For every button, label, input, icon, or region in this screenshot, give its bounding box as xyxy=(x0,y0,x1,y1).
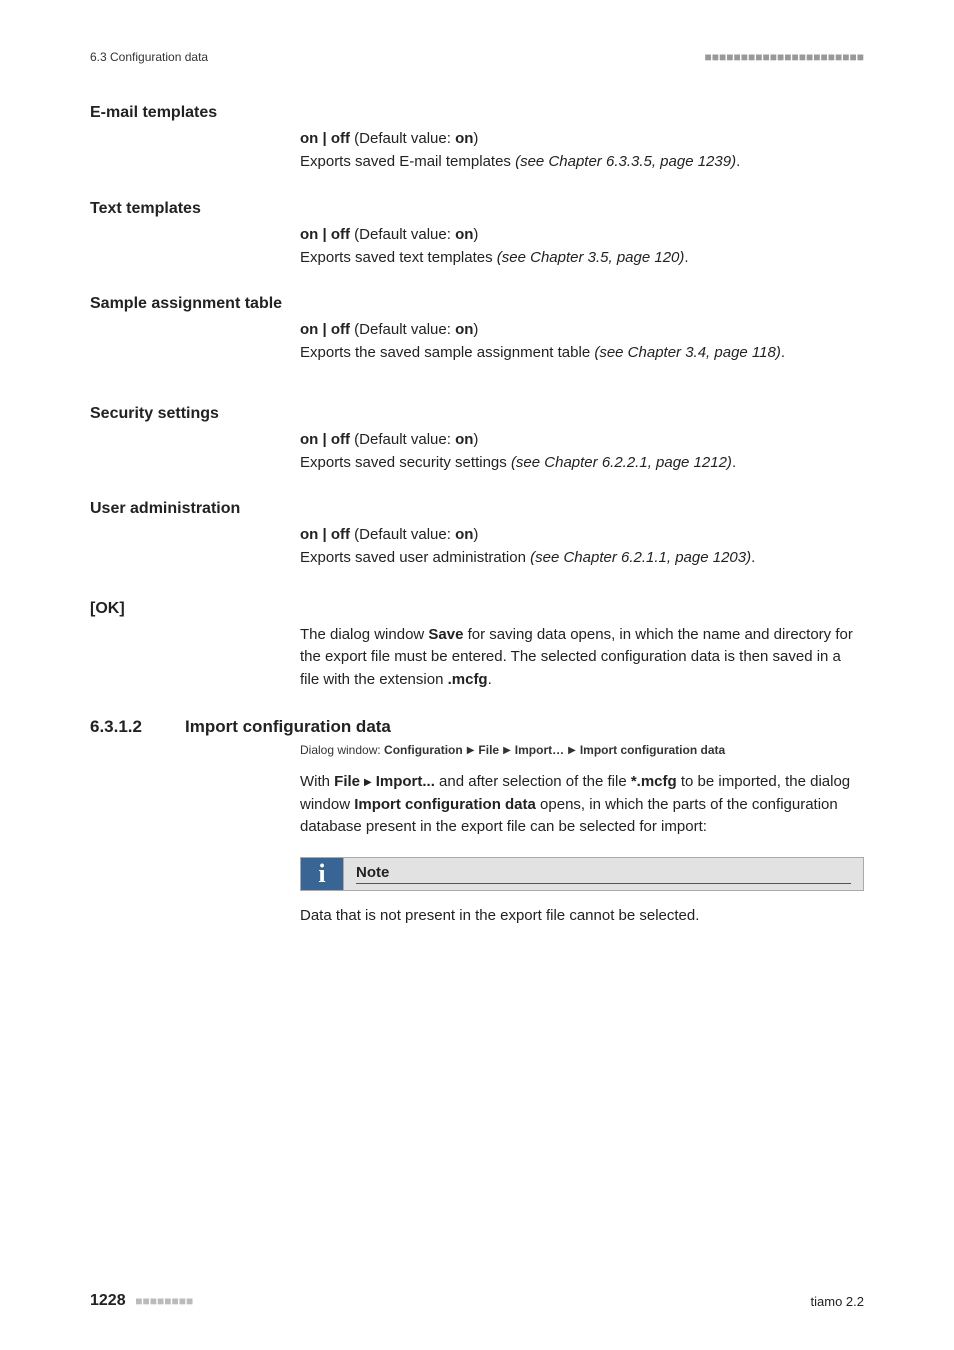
security-default-label: (Default value: xyxy=(350,431,455,448)
label-text-templates: Text templates xyxy=(90,200,864,218)
email-default-value: on xyxy=(455,130,473,147)
footer-dots: ■■■■■■■■ xyxy=(135,1294,193,1308)
dialog-b2: File xyxy=(478,743,499,757)
runhead-left: 6.3 Configuration data xyxy=(90,50,208,64)
triangle-icon: ▶ xyxy=(503,745,511,756)
info-glyph: i xyxy=(318,859,325,889)
useradmin-default-label: (Default value: xyxy=(350,526,455,543)
subsection-number: 6.3.1.2 xyxy=(90,717,185,737)
email-onoff-value: on | off xyxy=(300,130,350,147)
sample-default-suffix: ) xyxy=(473,321,478,338)
ok-p-b: Save xyxy=(428,626,463,643)
page-number: 1228 xyxy=(90,1292,126,1309)
note-text: Data that is not present in the export f… xyxy=(300,905,864,928)
import-d: and after selection of the file xyxy=(435,773,631,790)
security-default-suffix: ) xyxy=(473,431,478,448)
label-user-admin: User administration xyxy=(90,500,864,518)
security-default-value: on xyxy=(455,431,473,448)
text-desc: Exports saved text templates (see Chapte… xyxy=(300,247,864,270)
email-desc-a: Exports saved E-mail templates xyxy=(300,153,515,170)
security-desc-b: . xyxy=(732,454,736,471)
info-icon: i xyxy=(300,857,344,891)
sample-desc-ref: (see Chapter 3.4, page 118) xyxy=(594,344,781,361)
import-b: File xyxy=(334,773,360,790)
useradmin-onoff: on | off (Default value: on) xyxy=(300,526,864,543)
page-footer: 1228 ■■■■■■■■ tiamo 2.2 xyxy=(90,1292,864,1310)
sample-desc-b: . xyxy=(781,344,785,361)
sample-desc: Exports the saved sample assignment tabl… xyxy=(300,342,864,365)
import-c: Import... xyxy=(376,773,435,790)
useradmin-desc-b: . xyxy=(751,549,755,566)
ok-p-d: .mcfg xyxy=(448,671,488,688)
dialog-b4: Import configuration data xyxy=(580,743,725,757)
useradmin-onoff-value: on | off xyxy=(300,526,350,543)
note-box: i Note xyxy=(300,857,864,891)
import-e: *.mcfg xyxy=(631,773,677,790)
label-sample-table: Sample assignment table xyxy=(90,295,864,313)
import-a: With xyxy=(300,773,334,790)
email-desc-ref: (see Chapter 6.3.3.5, page 1239) xyxy=(515,153,736,170)
security-onoff: on | off (Default value: on) xyxy=(300,431,864,448)
text-onoff-value: on | off xyxy=(300,226,350,243)
useradmin-desc: Exports saved user administration (see C… xyxy=(300,547,864,570)
footer-left: 1228 ■■■■■■■■ xyxy=(90,1292,193,1310)
note-title: Note xyxy=(356,864,851,884)
text-desc-ref: (see Chapter 3.5, page 120) xyxy=(497,249,685,266)
sample-onoff-value: on | off xyxy=(300,321,350,338)
text-default-label: (Default value: xyxy=(350,226,455,243)
triangle-icon: ▶ xyxy=(467,745,475,756)
sample-onoff: on | off (Default value: on) xyxy=(300,321,864,338)
import-paragraph: With File ▶ Import... and after selection … xyxy=(300,771,864,839)
footer-product: tiamo 2.2 xyxy=(811,1294,864,1309)
sample-default-value: on xyxy=(455,321,473,338)
email-desc: Exports saved E-mail templates (see Chap… xyxy=(300,151,864,174)
dialog-path: Dialog window: Configuration▶File▶Import… xyxy=(300,743,864,757)
triangle-icon: ▶ xyxy=(364,775,372,790)
dialog-b3: Import… xyxy=(515,743,564,757)
label-email-templates: E-mail templates xyxy=(90,104,864,122)
import-g: Import configuration data xyxy=(354,796,536,813)
text-default-value: on xyxy=(455,226,473,243)
sample-desc-a: Exports the saved sample assignment tabl… xyxy=(300,344,594,361)
subsection-title: Import configuration data xyxy=(185,717,391,737)
useradmin-default-value: on xyxy=(455,526,473,543)
useradmin-default-suffix: ) xyxy=(473,526,478,543)
security-onoff-value: on | off xyxy=(300,431,350,448)
runhead-dots: ■■■■■■■■■■■■■■■■■■■■■■ xyxy=(705,50,864,64)
useradmin-desc-ref: (see Chapter 6.2.1.1, page 1203) xyxy=(530,549,751,566)
page: 6.3 Configuration data ■■■■■■■■■■■■■■■■■… xyxy=(0,0,954,1350)
sample-default-label: (Default value: xyxy=(350,321,455,338)
ok-p-a: The dialog window xyxy=(300,626,428,643)
ok-label: [OK] xyxy=(90,600,864,618)
ok-p-e: . xyxy=(488,671,492,688)
dialog-b1: Configuration xyxy=(384,743,463,757)
email-default-label: (Default value: xyxy=(350,130,455,147)
email-onoff: on | off (Default value: on) xyxy=(300,130,864,147)
subsection-header: 6.3.1.2 Import configuration data xyxy=(90,717,864,737)
security-desc-a: Exports saved security settings xyxy=(300,454,511,471)
text-onoff: on | off (Default value: on) xyxy=(300,226,864,243)
security-desc-ref: (see Chapter 6.2.2.1, page 1212) xyxy=(511,454,732,471)
email-default-suffix: ) xyxy=(473,130,478,147)
triangle-icon: ▶ xyxy=(568,745,576,756)
dialog-prefix: Dialog window: xyxy=(300,743,384,757)
email-desc-b: . xyxy=(736,153,740,170)
useradmin-desc-a: Exports saved user administration xyxy=(300,549,530,566)
text-default-suffix: ) xyxy=(473,226,478,243)
running-header: 6.3 Configuration data ■■■■■■■■■■■■■■■■■… xyxy=(90,50,864,64)
note-body: Note xyxy=(344,857,864,891)
text-desc-a: Exports saved text templates xyxy=(300,249,497,266)
ok-paragraph: The dialog window Save for saving data o… xyxy=(300,624,864,692)
security-desc: Exports saved security settings (see Cha… xyxy=(300,452,864,475)
text-desc-b: . xyxy=(684,249,688,266)
label-security-settings: Security settings xyxy=(90,405,864,423)
